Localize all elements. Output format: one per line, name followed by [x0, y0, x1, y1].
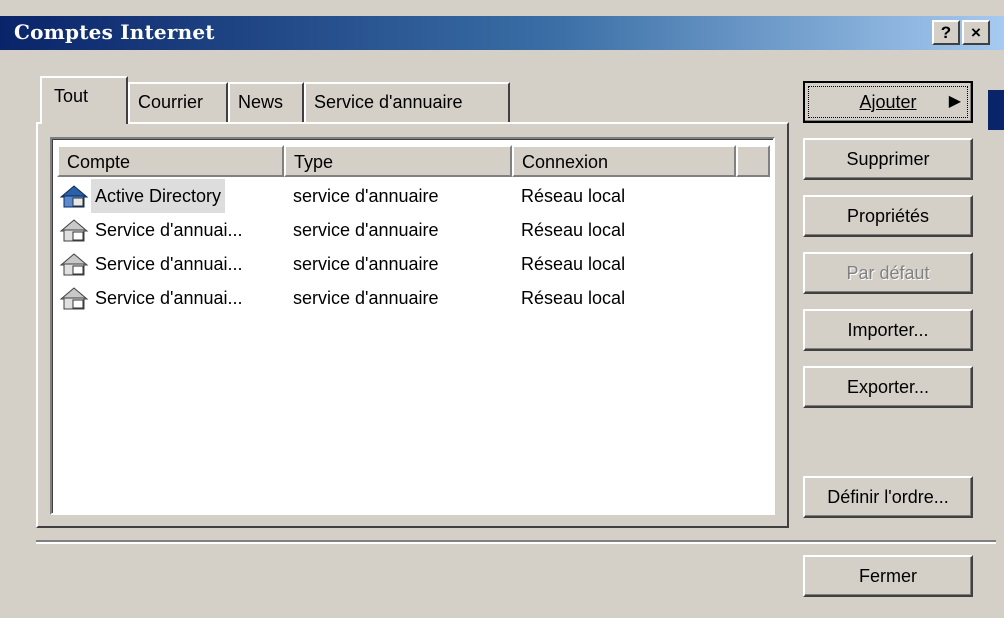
account-name: Service d'annuai...: [95, 288, 243, 308]
default-button[interactable]: Par défaut: [803, 252, 973, 294]
table-row[interactable]: Service d'annuai... service d'annuaire R…: [53, 213, 773, 247]
directory-service-icon: [59, 219, 89, 242]
account-connection: Réseau local: [521, 186, 626, 206]
help-button[interactable]: ?: [932, 20, 960, 45]
export-button[interactable]: Exporter...: [803, 366, 973, 408]
accounts-list[interactable]: Compte Type Connexion Active Directory s…: [50, 137, 775, 515]
tab-all[interactable]: Tout: [40, 76, 128, 124]
tab-news[interactable]: News: [228, 82, 304, 124]
properties-button[interactable]: Propriétés: [803, 195, 973, 237]
table-row[interactable]: Service d'annuai... service d'annuaire R…: [53, 281, 773, 315]
add-button[interactable]: Ajouter ▶: [803, 81, 973, 123]
import-button[interactable]: Importer...: [803, 309, 973, 351]
column-header-account[interactable]: Compte: [57, 145, 284, 177]
background-window-edge: [988, 90, 1004, 130]
separator: [36, 540, 996, 544]
account-connection: Réseau local: [521, 288, 626, 308]
account-name: Service d'annuai...: [95, 254, 243, 274]
close-dialog-button[interactable]: Fermer: [803, 555, 973, 597]
directory-service-icon: [59, 185, 89, 208]
set-order-button[interactable]: Définir l'ordre...: [803, 476, 973, 518]
account-connection: Réseau local: [521, 220, 626, 240]
account-type: service d'annuaire: [293, 220, 439, 240]
account-name: Service d'annuai...: [95, 220, 243, 240]
tab-directory-service[interactable]: Service d'annuaire: [304, 82, 510, 124]
column-header-filler: [736, 145, 770, 177]
close-button[interactable]: ×: [962, 20, 990, 45]
tab-mail[interactable]: Courrier: [128, 82, 228, 124]
column-header-type[interactable]: Type: [284, 145, 512, 177]
account-name: Active Directory: [91, 179, 226, 213]
account-type: service d'annuaire: [293, 288, 439, 308]
arrow-right-icon: ▶: [948, 93, 961, 110]
table-row[interactable]: Active Directory service d'annuaire Rése…: [53, 179, 773, 213]
column-header-connection[interactable]: Connexion: [512, 145, 736, 177]
account-connection: Réseau local: [521, 254, 626, 274]
table-row[interactable]: Service d'annuai... service d'annuaire R…: [53, 247, 773, 281]
account-type: service d'annuaire: [293, 186, 439, 206]
directory-service-icon: [59, 253, 89, 276]
title-bar: Comptes Internet ? ×: [0, 16, 1004, 50]
account-type: service d'annuaire: [293, 254, 439, 274]
directory-service-icon: [59, 287, 89, 310]
delete-button[interactable]: Supprimer: [803, 138, 973, 180]
window-title: Comptes Internet: [14, 20, 215, 44]
